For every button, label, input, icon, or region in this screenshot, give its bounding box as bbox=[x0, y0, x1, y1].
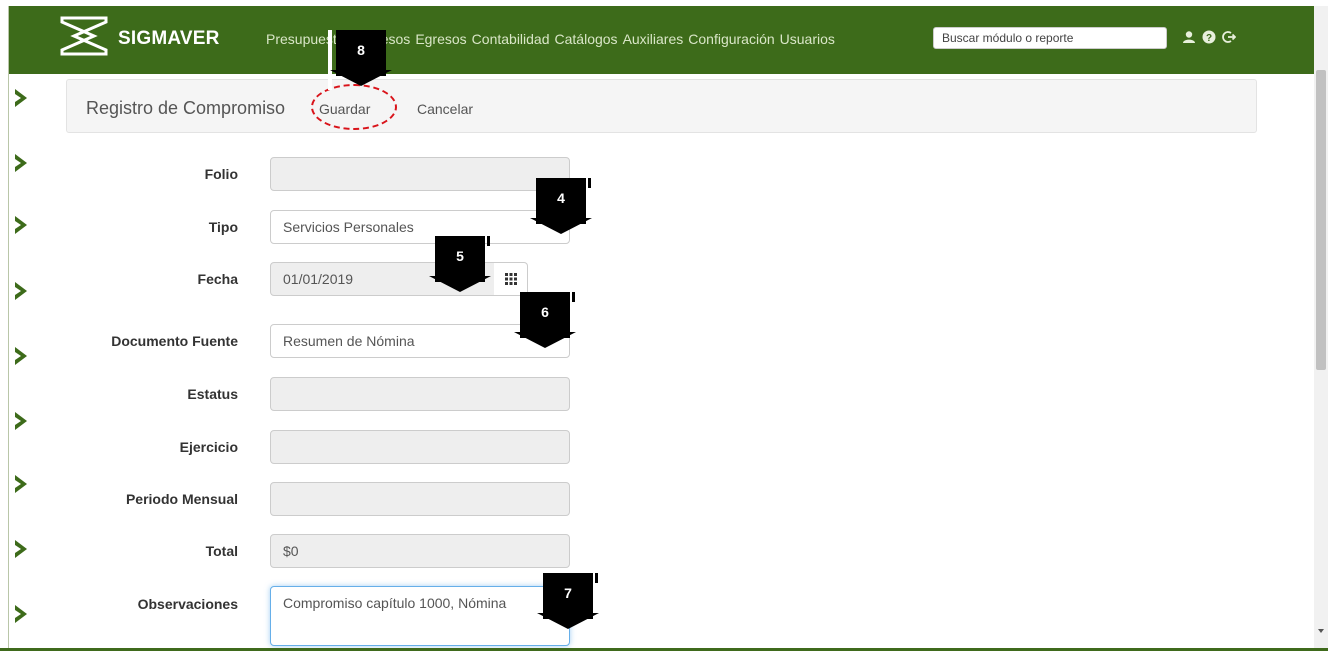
fecha-label: Fecha bbox=[197, 271, 238, 287]
step-marker-7: 7 bbox=[537, 573, 599, 635]
periodo-mensual-label: Periodo Mensual bbox=[125, 491, 238, 507]
menu-item-egresos[interactable]: Egresos bbox=[415, 31, 466, 47]
user-icon[interactable] bbox=[1182, 30, 1196, 44]
step-marker-number: 5 bbox=[456, 248, 464, 264]
top-navbar: SIGMAVER Presupuestos Ingresos Egresos C… bbox=[8, 6, 1314, 74]
step-marker-number: 4 bbox=[557, 190, 565, 206]
estatus-label: Estatus bbox=[187, 386, 238, 402]
nav-icons: ? bbox=[1182, 30, 1236, 44]
step-marker-4: 4 bbox=[530, 178, 592, 240]
ejercicio-field bbox=[270, 430, 570, 464]
observaciones-label: Observaciones bbox=[137, 596, 238, 612]
step-marker-number: 7 bbox=[564, 585, 572, 601]
cancel-button[interactable]: Cancelar bbox=[417, 101, 473, 117]
menu-item-usuarios[interactable]: Usuarios bbox=[780, 31, 835, 47]
menu-item-catalogos[interactable]: Catálogos bbox=[555, 31, 618, 47]
svg-text:?: ? bbox=[1206, 33, 1212, 44]
ejercicio-label: Ejercicio bbox=[179, 439, 238, 455]
sidebar-chevron-icon[interactable] bbox=[11, 87, 33, 109]
page-title: Registro de Compromiso bbox=[86, 98, 286, 118]
logout-icon[interactable] bbox=[1222, 30, 1236, 44]
sidebar-chevron-icon[interactable] bbox=[11, 410, 33, 432]
page-header: Registro de Compromiso Guardar Cancelar bbox=[66, 79, 1257, 133]
menu-item-contabilidad[interactable]: Contabilidad bbox=[472, 31, 550, 47]
periodo-mensual-field bbox=[270, 482, 570, 516]
estatus-field bbox=[270, 377, 570, 411]
step-marker-number: 6 bbox=[541, 304, 549, 320]
calendar-button[interactable] bbox=[494, 262, 528, 296]
sigmaver-logo-icon[interactable] bbox=[60, 16, 108, 56]
help-icon[interactable]: ? bbox=[1202, 30, 1216, 44]
module-search-input[interactable] bbox=[933, 27, 1167, 49]
tipo-select[interactable]: Servicios Personales bbox=[270, 210, 570, 244]
total-field: $0 bbox=[270, 534, 570, 568]
scrollbar-thumb[interactable] bbox=[1316, 70, 1326, 370]
step-marker-8: 8 bbox=[328, 30, 392, 92]
step-marker-6: 6 bbox=[514, 292, 576, 354]
brand-name[interactable]: SIGMAVER bbox=[118, 28, 220, 50]
scroll-down-arrow-icon[interactable] bbox=[1318, 629, 1324, 633]
total-label: Total bbox=[205, 543, 238, 559]
folio-label: Folio bbox=[204, 166, 238, 182]
step-marker-5: 5 bbox=[429, 236, 491, 298]
tipo-label: Tipo bbox=[208, 219, 238, 235]
menu-item-configuracion[interactable]: Configuración bbox=[688, 31, 774, 47]
folio-field bbox=[270, 157, 570, 191]
observaciones-textarea[interactable] bbox=[270, 586, 570, 646]
calendar-grid-icon bbox=[504, 273, 517, 285]
step-marker-number: 8 bbox=[357, 42, 365, 58]
menu-item-auxiliares[interactable]: Auxiliares bbox=[623, 31, 684, 47]
documento-fuente-label: Documento Fuente bbox=[111, 333, 238, 349]
